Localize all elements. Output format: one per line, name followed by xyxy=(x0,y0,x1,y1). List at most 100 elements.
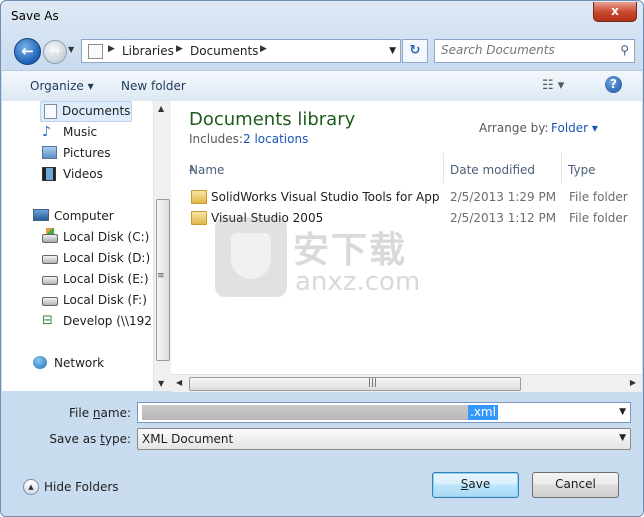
computer-icon xyxy=(33,209,49,221)
search-input[interactable] xyxy=(441,43,611,57)
library-includes-label: Includes: xyxy=(189,132,243,146)
redacted-file-name xyxy=(142,405,468,420)
sidebar-item-music[interactable]: ♪ Music xyxy=(42,123,132,142)
back-button[interactable]: ← xyxy=(14,38,41,65)
window-title: Save As xyxy=(11,9,59,23)
file-name-dropdown-icon[interactable]: ▼ xyxy=(619,407,626,417)
file-row[interactable]: SolidWorks Visual Studio Tools for Appli… xyxy=(171,187,642,207)
new-folder-button[interactable]: New folder xyxy=(121,79,186,93)
sidebar-item-local-disk-d[interactable]: Local Disk (D:) xyxy=(42,249,152,268)
sidebar-item-local-disk-e[interactable]: Local Disk (E:) xyxy=(42,270,152,289)
sidebar-item-local-disk-f[interactable]: Local Disk (F:) xyxy=(42,291,152,310)
sidebar-item-label: Videos xyxy=(63,167,103,181)
sidebar-item-label: Network xyxy=(54,356,105,370)
sidebar-item-label: Computer xyxy=(54,209,114,223)
sidebar-item-label: Music xyxy=(63,125,98,139)
disk-icon xyxy=(42,297,58,306)
documents-icon xyxy=(44,104,57,119)
file-row[interactable]: Visual Studio 2005 2/5/2013 1:12 PM File… xyxy=(171,208,642,228)
sidebar-item-network[interactable]: Network xyxy=(33,354,143,373)
navigation-pane-scrollbar[interactable]: ▲ ≡ ▼ xyxy=(153,101,171,391)
label-access-key: n xyxy=(92,406,101,420)
pictures-icon xyxy=(42,146,57,159)
network-drive-icon: ⊟ xyxy=(42,313,53,328)
command-bar: Organize ▾ New folder ☷ ▾ ? xyxy=(2,70,642,102)
label-text: ype: xyxy=(104,432,131,446)
file-list-horizontal-scrollbar[interactable]: ◀ ||| ▶ xyxy=(171,374,642,392)
file-list-pane: Documents library Includes: 2 locations … xyxy=(171,101,642,391)
file-date-modified: 2/5/2013 1:12 PM xyxy=(450,211,557,225)
hide-folders-label: Hide Folders xyxy=(44,480,119,494)
file-date-modified: 2/5/2013 1:29 PM xyxy=(450,190,557,204)
breadcrumb-libraries[interactable]: Libraries xyxy=(122,44,174,58)
grip-icon: ≡ xyxy=(157,271,165,281)
address-bar[interactable]: ▶ Libraries ▶ Documents ▶ ▼ xyxy=(81,39,401,63)
file-name-input[interactable]: .xml ▼ xyxy=(137,402,631,423)
title-bar: Save As x xyxy=(1,1,643,31)
library-locations-link[interactable]: 2 locations xyxy=(243,132,308,146)
file-name-extension: .xml xyxy=(468,405,498,420)
file-name: SolidWorks Visual Studio Tools for Appli… xyxy=(211,190,439,204)
scroll-down-icon[interactable]: ▼ xyxy=(158,379,164,388)
system-disk-icon xyxy=(42,228,58,243)
save-as-dialog: Save As x ← → ▼ ▶ Libraries ▶ Documents … xyxy=(0,0,644,517)
file-type: File folder xyxy=(569,190,628,204)
column-header-label: Name xyxy=(189,163,225,177)
sidebar-item-computer[interactable]: Computer xyxy=(33,207,143,226)
scroll-right-icon[interactable]: ▶ xyxy=(630,378,636,387)
column-header-date-modified[interactable]: Date modified xyxy=(443,153,562,183)
scroll-up-icon[interactable]: ▲ xyxy=(158,104,164,113)
save-button[interactable]: Save xyxy=(432,472,519,498)
sidebar-item-local-disk-c[interactable]: Local Disk (C:) xyxy=(42,228,152,247)
cancel-button[interactable]: Cancel xyxy=(532,472,619,498)
save-as-type-select[interactable]: XML Document ▼ xyxy=(137,428,631,450)
label-text: ame: xyxy=(100,406,131,420)
sidebar-item-label: Local Disk (C:) xyxy=(63,230,150,244)
column-header-type[interactable]: Type xyxy=(561,153,643,183)
navigation-pane: Documents ♪ Music Pictures Videos Comput… xyxy=(2,101,153,391)
search-icon[interactable]: ⚲ xyxy=(620,43,629,57)
breadcrumb-separator-icon[interactable]: ▶ xyxy=(260,44,267,54)
organize-menu[interactable]: Organize ▾ xyxy=(30,79,94,93)
column-header-name[interactable]: ▲ Name xyxy=(171,153,443,183)
sidebar-item-pictures[interactable]: Pictures xyxy=(42,144,132,163)
refresh-button[interactable]: ↻ xyxy=(402,39,428,63)
sidebar-item-develop-network-drive[interactable]: ⊟ Develop (\\192.16 xyxy=(42,312,153,331)
breadcrumb-documents[interactable]: Documents xyxy=(190,44,258,58)
refresh-icon: ↻ xyxy=(409,43,421,58)
sidebar-item-label: Pictures xyxy=(63,146,111,160)
breadcrumb-separator-icon[interactable]: ▶ xyxy=(108,44,115,54)
network-icon xyxy=(33,356,47,369)
file-name: Visual Studio 2005 xyxy=(211,211,324,225)
disk-icon xyxy=(42,255,58,264)
videos-icon xyxy=(42,167,56,181)
save-label: ave xyxy=(468,477,491,491)
forward-button[interactable]: → xyxy=(43,40,67,64)
sidebar-item-label: Documents xyxy=(62,104,131,118)
change-view-icon[interactable]: ☷ ▾ xyxy=(542,78,564,93)
sidebar-item-videos[interactable]: Videos xyxy=(42,165,132,184)
column-header-label: Date modified xyxy=(450,163,536,177)
library-title: Documents library xyxy=(189,109,356,130)
label-text: File xyxy=(69,406,93,420)
folder-icon xyxy=(191,190,207,204)
file-name-label: File name: xyxy=(11,406,131,420)
chevron-down-icon[interactable]: ▼ xyxy=(619,433,626,443)
scroll-left-icon[interactable]: ◀ xyxy=(176,378,182,387)
sidebar-item-label: Local Disk (D:) xyxy=(63,251,151,265)
close-button[interactable]: x xyxy=(593,2,637,22)
address-dropdown-icon[interactable]: ▼ xyxy=(389,46,396,56)
sidebar-item-label: Develop (\\192.16 xyxy=(63,314,153,328)
search-box[interactable]: ⚲ xyxy=(434,39,635,63)
breadcrumb-separator-icon[interactable]: ▶ xyxy=(176,44,183,54)
arrange-by-label: Arrange by: xyxy=(479,121,549,135)
recent-locations-dropdown-icon[interactable]: ▼ xyxy=(68,45,74,54)
help-icon[interactable]: ? xyxy=(605,76,622,93)
sidebar-item-label: Local Disk (E:) xyxy=(63,272,149,286)
scrollbar-thumb[interactable]: ||| xyxy=(189,377,521,391)
sidebar-item-documents[interactable]: Documents xyxy=(40,101,132,122)
folder-icon xyxy=(191,211,207,225)
arrange-by-dropdown[interactable]: Folder ▾ xyxy=(551,121,598,135)
folder-location-icon xyxy=(88,44,103,59)
music-icon: ♪ xyxy=(42,124,51,140)
